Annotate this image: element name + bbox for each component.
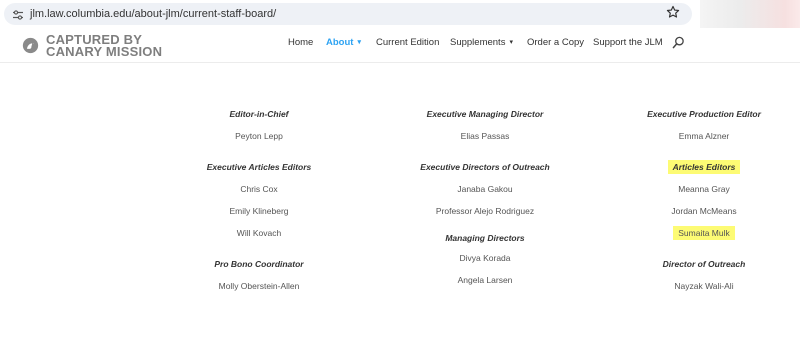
role-heading: Editor-in-Chief — [229, 109, 289, 119]
staff-name: Molly Oberstein-Allen — [218, 281, 300, 291]
staff-name: Emily Klineberg — [229, 206, 289, 216]
star-icon[interactable] — [666, 5, 680, 19]
role-heading: Director of Outreach — [662, 259, 746, 269]
staff-name: Peyton Lepp — [235, 131, 283, 141]
nav-about[interactable]: About ▾ — [326, 37, 361, 49]
blurred-browser-controls — [700, 0, 800, 28]
role-heading-highlighted: Articles Editors — [604, 159, 800, 175]
staff-name: Jordan McMeans — [671, 206, 737, 216]
role-heading: Executive Directors of Outreach — [420, 162, 550, 172]
address-field[interactable]: jlm.law.columbia.edu/about-jlm/current-s… — [4, 3, 692, 25]
role-heading: Pro Bono Coordinator — [214, 259, 304, 269]
staff-name: Angela Larsen — [457, 275, 513, 285]
highlight-mark: Articles Editors — [667, 160, 741, 174]
staff-name: Divya Korada — [459, 253, 511, 263]
staff-name: Janaba Gakou — [457, 184, 513, 194]
nav-order-a-copy[interactable]: Order a Copy — [527, 37, 584, 49]
logo-icon — [22, 37, 39, 54]
browser-url-bar: jlm.law.columbia.edu/about-jlm/current-s… — [0, 0, 800, 28]
staff-name-highlighted: Sumaita Mulk — [604, 225, 800, 241]
staff-column-2: Executive Managing Director Elias Passas… — [385, 106, 585, 288]
logo-text-line2[interactable]: CANARY MISSION — [46, 45, 162, 58]
role-heading: Executive Articles Editors — [206, 162, 312, 172]
role-heading: Executive Managing Director — [426, 109, 544, 119]
nav-home[interactable]: Home — [288, 37, 313, 49]
staff-name: Will Kovach — [236, 228, 282, 238]
staff-column-3: Executive Production Editor Emma Alzner … — [604, 106, 800, 294]
highlight-mark: Sumaita Mulk — [673, 226, 735, 240]
url-text: jlm.law.columbia.edu/about-jlm/current-s… — [30, 8, 277, 20]
staff-name: Meanna Gray — [678, 184, 730, 194]
role-heading: Managing Directors — [445, 233, 525, 243]
staff-name: Professor Alejo Rodriguez — [435, 206, 535, 216]
site-settings-icon[interactable] — [12, 9, 24, 21]
nav-current-edition[interactable]: Current Edition — [376, 37, 439, 49]
search-icon[interactable] — [672, 36, 685, 49]
staff-name: Chris Cox — [240, 184, 278, 194]
site-header: CAPTURED BY CANARY MISSION Home About ▾ C… — [0, 28, 800, 63]
role-heading: Executive Production Editor — [647, 109, 761, 119]
nav-support-the-jlm[interactable]: Support the JLM — [593, 37, 663, 49]
staff-name: Emma Alzner — [678, 131, 730, 141]
staff-column-1: Editor-in-Chief Peyton Lepp Executive Ar… — [159, 106, 359, 294]
staff-name: Elias Passas — [460, 131, 510, 141]
chevron-down-icon: ▾ — [509, 39, 513, 46]
nav-supplements[interactable]: Supplements ▾ — [450, 37, 513, 49]
chevron-down-icon: ▾ — [357, 39, 361, 46]
staff-name: Nayzak Wali-Ali — [674, 281, 734, 291]
